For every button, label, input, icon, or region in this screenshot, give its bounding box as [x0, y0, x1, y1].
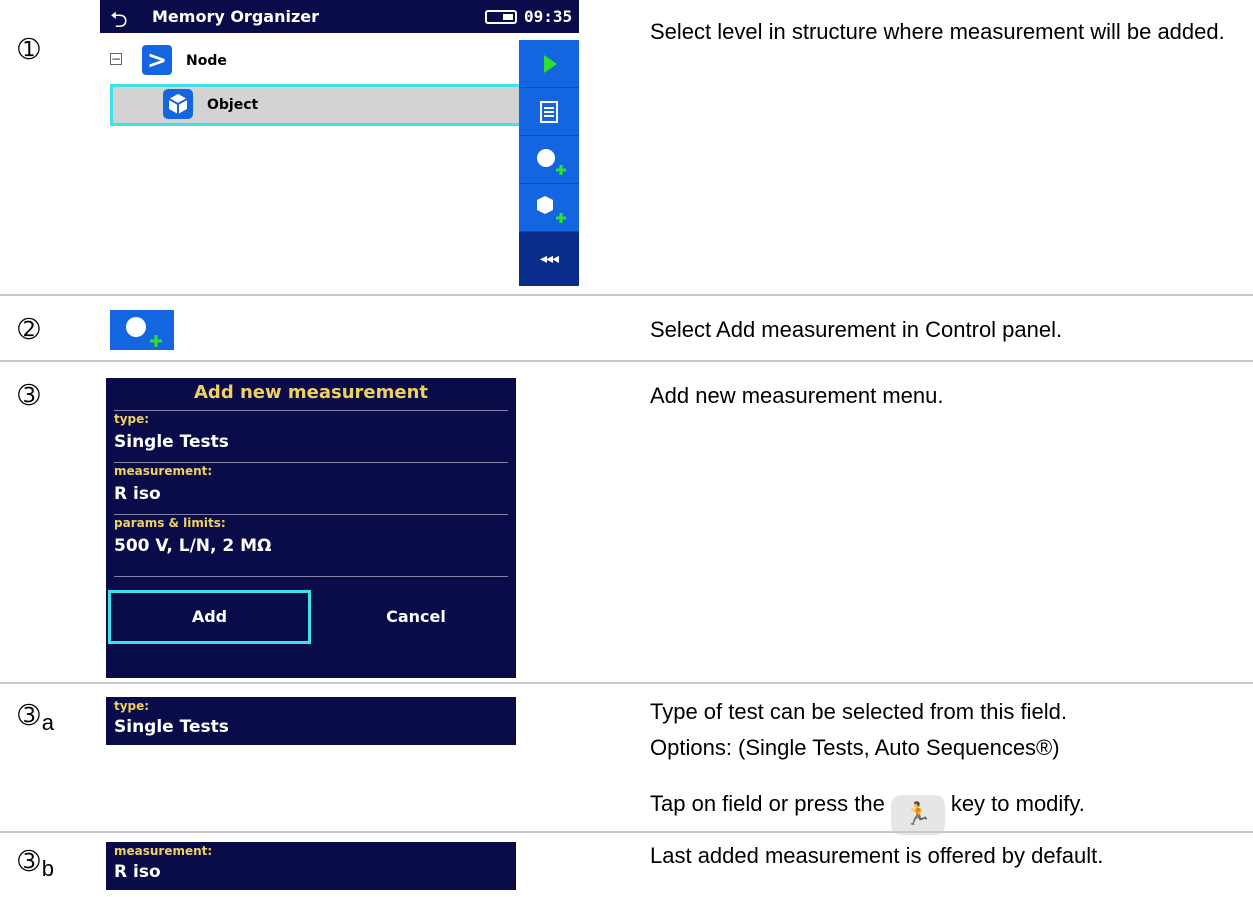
step-3b-suffix: b	[41, 856, 55, 881]
more-button[interactable]: ◂◂◂	[519, 232, 579, 286]
description-3b: Last added measurement is offered by def…	[650, 843, 1104, 868]
back-icon[interactable]: ⮌	[110, 3, 128, 41]
params-value[interactable]: 500 V, L/N, 2 MΩ	[114, 536, 272, 556]
add-measurement-dialog: Add new measurement type: Single Tests m…	[106, 378, 516, 678]
collapse-icon[interactable]: −	[110, 53, 122, 65]
description-3a-line-3: Tap on field or press the 🏃 key to modify.	[650, 790, 1240, 835]
add-measurement-button[interactable]	[519, 136, 579, 184]
separator	[0, 360, 1253, 362]
tree-item-object[interactable]: Object	[110, 84, 522, 126]
node-icon: >	[142, 45, 172, 75]
measurement-field-value: R iso	[114, 862, 161, 882]
step-3a-suffix: a	[41, 710, 55, 735]
step-number-3b: ➂b	[18, 846, 54, 884]
add-button[interactable]: Add	[108, 590, 311, 644]
clock: 09:35	[524, 7, 573, 26]
separator	[0, 682, 1253, 684]
object-label: Object	[207, 97, 259, 113]
description-3a-line-1: Type of test can be selected from this f…	[650, 699, 1067, 724]
description-1: Select level in structure where measurem…	[650, 19, 1225, 44]
cancel-button[interactable]: Cancel	[316, 590, 516, 644]
description-3a-text-pre: Tap on field or press the	[650, 791, 885, 816]
memory-organizer-screen: ⮌ Memory Organizer 09:35 − > Node Object…	[100, 0, 579, 286]
type-field[interactable]: type: Single Tests	[106, 697, 516, 745]
step-number-2: ➁	[18, 314, 40, 344]
divider	[114, 576, 508, 577]
description-2: Select Add measurement in Control panel.	[650, 317, 1063, 342]
divider	[114, 462, 508, 463]
control-panel: ◂◂◂	[519, 40, 579, 286]
title-bar: ⮌ Memory Organizer 09:35	[100, 0, 579, 33]
description-3a-text-post: key to modify.	[950, 791, 1085, 816]
battery-icon	[485, 10, 517, 24]
description-3a-line-2: Options: (Single Tests, Auto Sequences®)	[650, 735, 1060, 760]
screen-title: Memory Organizer	[152, 7, 319, 26]
dialog-title: Add new measurement	[194, 382, 428, 403]
add-measurement-icon	[110, 310, 174, 350]
divider	[114, 410, 508, 411]
separator	[0, 294, 1253, 296]
measurement-label: measurement:	[114, 464, 213, 478]
description-3a: Type of test can be selected from this f…	[650, 698, 1240, 835]
description-3: Add new measurement menu.	[650, 383, 944, 408]
step-number-1: ➀	[18, 34, 40, 64]
node-label: Node	[186, 53, 227, 69]
step-3a-symbol: ➂	[18, 700, 40, 730]
measurement-field[interactable]: measurement: R iso	[106, 842, 516, 890]
measurement-value[interactable]: R iso	[114, 484, 161, 504]
type-label: type:	[114, 412, 150, 426]
step-3b-symbol: ➂	[18, 846, 40, 876]
type-field-value: Single Tests	[114, 717, 229, 737]
measurement-field-label: measurement:	[114, 844, 213, 858]
step-number-3a: ➂a	[18, 700, 54, 738]
tree-item-node[interactable]: − > Node	[100, 40, 519, 80]
play-button[interactable]	[519, 40, 579, 88]
add-object-button[interactable]	[519, 184, 579, 232]
step-number-3: ➂	[18, 380, 40, 410]
separator	[0, 831, 1253, 833]
type-field-label: type:	[114, 699, 150, 713]
divider	[114, 514, 508, 515]
object-cube-icon	[163, 89, 193, 119]
params-label: params & limits:	[114, 516, 226, 530]
type-value[interactable]: Single Tests	[114, 432, 229, 452]
list-button[interactable]	[519, 88, 579, 136]
run-key-icon: 🏃	[890, 795, 945, 835]
